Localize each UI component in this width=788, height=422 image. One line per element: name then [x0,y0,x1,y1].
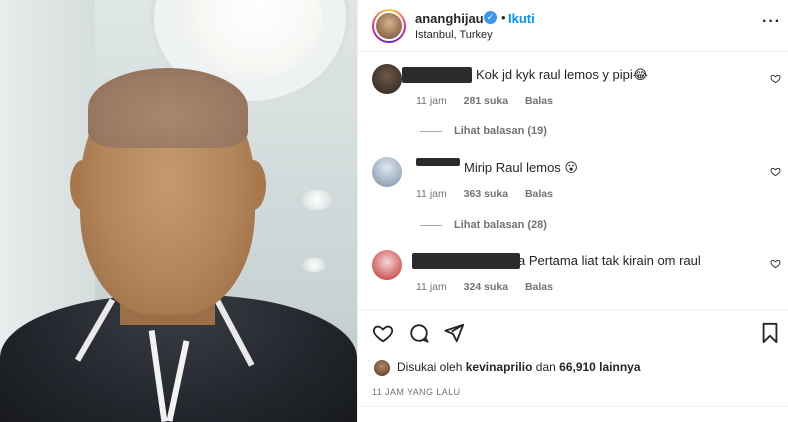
comment-likes[interactable]: 324 suka [464,281,508,293]
verified-badge-icon: ✓ [484,11,497,24]
author-avatar[interactable] [372,9,406,43]
photo-spotlight [302,190,332,210]
redacted-username [416,158,460,166]
commenter-avatar[interactable] [372,64,402,94]
view-replies-label: Lihat balasan (28) [454,219,547,231]
comment-text: a Pertama liat tak kirain om raul [518,253,701,268]
likes-others[interactable]: 66,910 lainnya [559,360,640,374]
post-timestamp[interactable]: 11 JAM YANG LALU [372,387,460,397]
reply-button[interactable]: Balas [525,281,553,293]
post-header: ananghijau ✓ • Ikuti Istanbul, Turkey ··… [358,0,788,52]
comment-text: Kok jd kyk raul lemos y pipi😂 [476,67,648,82]
reply-button[interactable]: Balas [525,188,553,200]
bookmark-icon[interactable] [760,322,780,344]
commenter-avatar[interactable] [372,250,402,280]
comment-time: 11 jam [416,188,447,200]
view-replies-button[interactable]: Lihat balasan (28) [420,219,547,231]
comment-like-heart-icon[interactable] [770,258,781,269]
photo-spotlight [302,258,326,272]
comment-time: 11 jam [416,95,447,107]
comment-time: 11 jam [416,281,447,293]
redacted-username [402,67,472,83]
commenter-avatar[interactable] [372,157,402,187]
follow-button[interactable]: Ikuti [508,11,535,26]
separator-dot: • [501,10,506,25]
more-icon[interactable]: ··· [762,13,781,31]
comment-likes[interactable]: 281 suka [464,95,508,107]
photo-scalp [88,68,248,148]
post-photo[interactable] [0,0,357,422]
redacted-username [412,253,520,269]
comment-meta: 11 jam 324 suka Balas [416,281,567,293]
post-location[interactable]: Istanbul, Turkey [415,29,493,41]
comment-icon[interactable] [408,322,430,344]
replies-line [420,130,442,132]
comment-like-heart-icon[interactable] [770,166,781,177]
reply-button[interactable]: Balas [525,95,553,107]
likes-prefix: Disukai oleh [397,360,463,375]
view-replies-label: Lihat balasan (19) [454,125,547,137]
author-username[interactable]: ananghijau [415,11,484,26]
liker-username[interactable]: kevinaprilio [466,360,533,374]
comment-likes[interactable]: 363 suka [464,188,508,200]
replies-line [420,224,442,226]
likes-summary: Disukai oleh kevinaprilio dan 66,910 lai… [374,360,641,376]
post-panel: ananghijau ✓ • Ikuti Istanbul, Turkey ··… [357,0,788,422]
view-replies-button[interactable]: Lihat balasan (19) [420,125,547,137]
divider [358,406,788,407]
comment-meta: 11 jam 281 suka Balas [416,95,567,107]
share-icon[interactable] [443,322,465,344]
action-bar [358,309,788,357]
liker-avatar[interactable] [374,360,390,376]
heart-icon[interactable] [372,322,394,344]
comment-like-heart-icon[interactable] [770,73,781,84]
likes-connector: dan [535,360,556,375]
comment-text: Mirip Raul lemos 😮 [464,160,578,175]
comment-meta: 11 jam 363 suka Balas [416,188,567,200]
